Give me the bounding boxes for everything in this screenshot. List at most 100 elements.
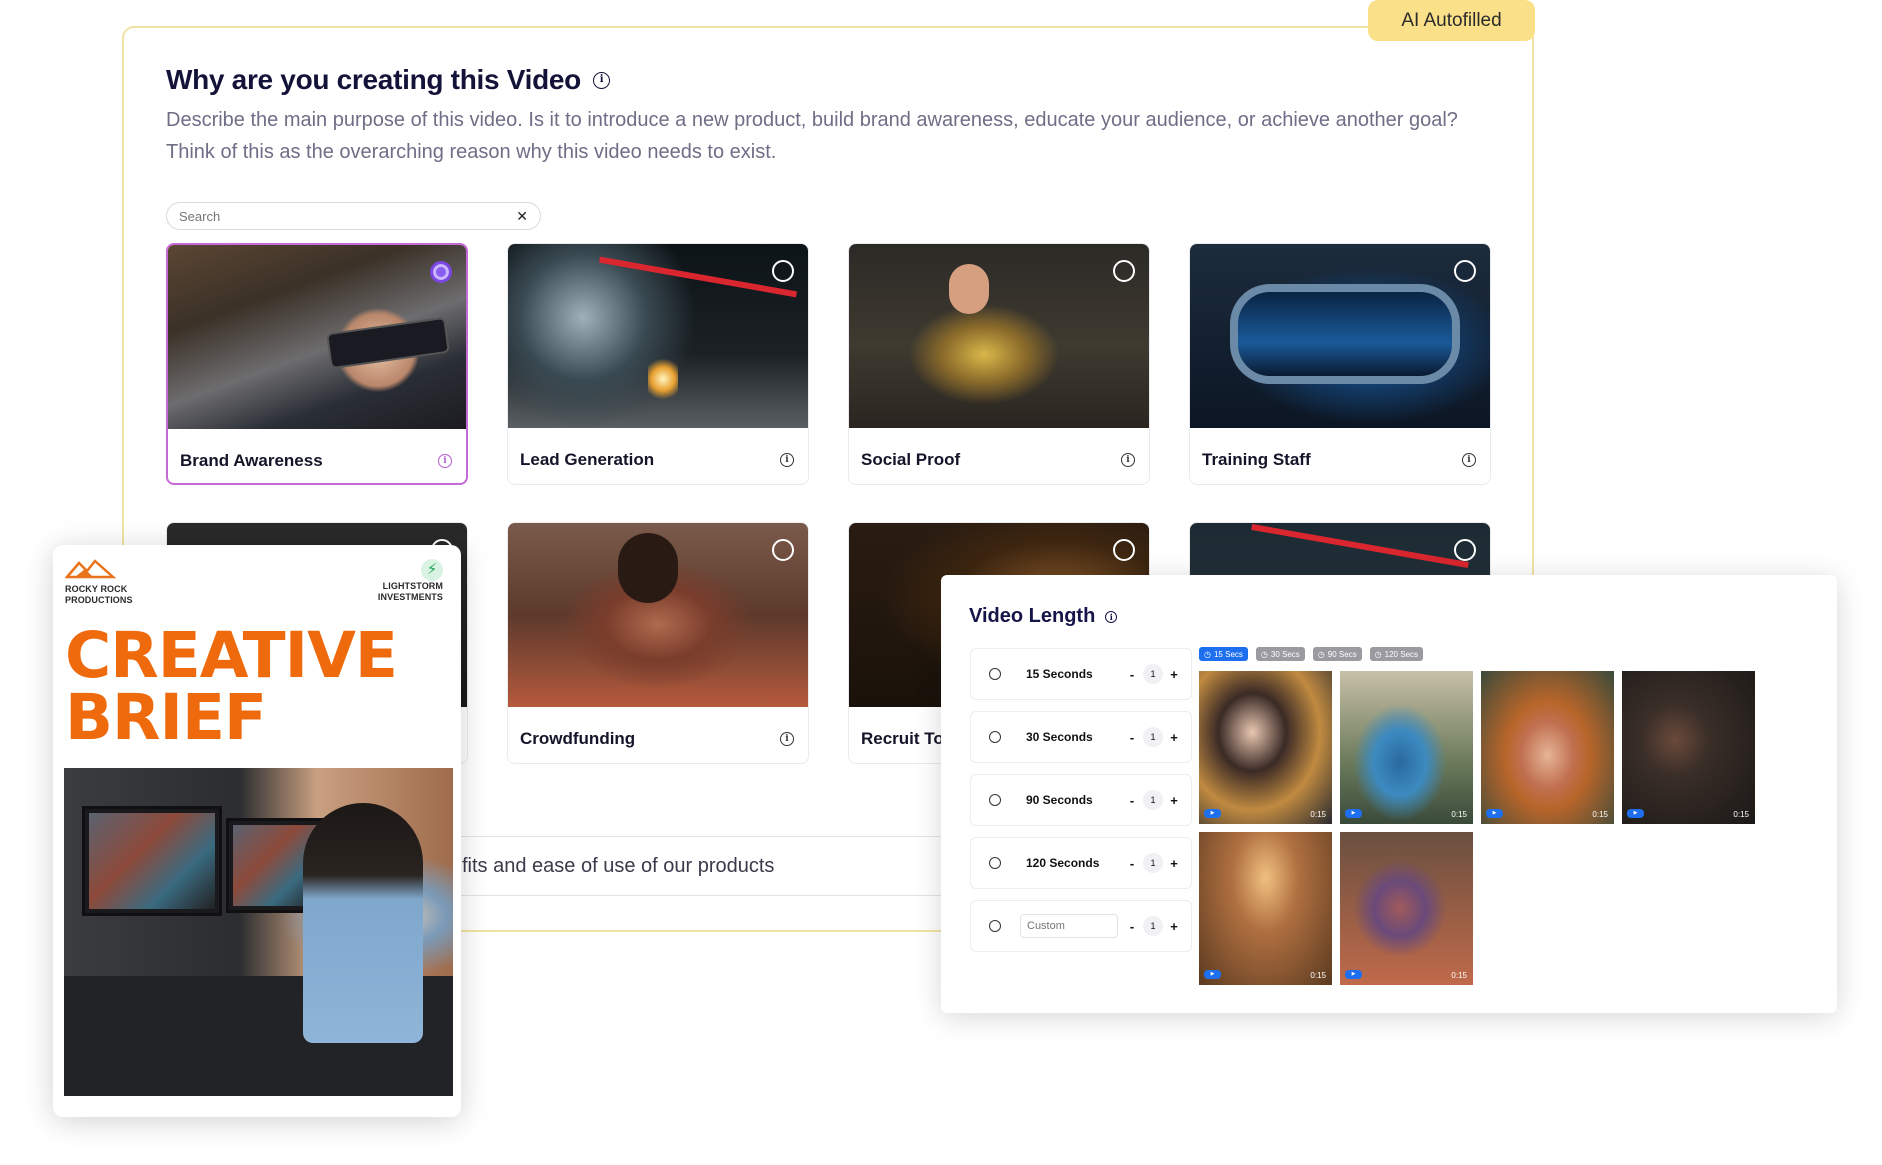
length-label: 120 Seconds	[1026, 856, 1100, 870]
custom-length-input[interactable]	[1020, 914, 1118, 938]
clock-icon: ◷	[1374, 649, 1382, 659]
logo-right-line-2: INVESTMENTS	[377, 592, 443, 602]
option-label: Brand Awareness	[180, 451, 323, 470]
radio-selected-icon[interactable]	[430, 261, 452, 283]
play-icon[interactable]: ▶	[1204, 970, 1221, 979]
info-icon[interactable]: i	[780, 453, 794, 467]
play-icon[interactable]: ▶	[1204, 809, 1221, 818]
info-icon[interactable]: i	[438, 454, 452, 468]
quantity-stepper: - 1 +	[1127, 790, 1179, 810]
clock-icon: ◷	[1317, 649, 1325, 659]
purpose-description: Describe the main purpose of this video.…	[166, 109, 1458, 163]
video-thumbnail[interactable]: ▶ 0:15	[1199, 832, 1332, 985]
lightning-bolt-icon: ⚡	[421, 559, 443, 581]
length-option-90[interactable]: 90 Seconds - 1 +	[970, 774, 1192, 826]
video-length-title: Video Length	[969, 605, 1096, 627]
creative-brief-title: CREATIVE BRIEF	[65, 619, 398, 754]
video-thumbnail[interactable]: ▶ 0:15	[1622, 671, 1755, 824]
radio-icon[interactable]	[989, 668, 1001, 680]
radio-icon[interactable]	[1454, 539, 1476, 561]
increment-button[interactable]: +	[1169, 793, 1179, 808]
logo-right-line-1: LIGHTSTORM	[382, 581, 443, 591]
radio-icon[interactable]	[772, 260, 794, 282]
option-training-staff[interactable]: Training Staff i	[1189, 243, 1491, 485]
quantity-stepper: - 1 +	[1127, 916, 1179, 936]
option-thumbnail	[1190, 244, 1490, 428]
length-label: 30 Seconds	[1026, 730, 1093, 744]
option-crowdfunding[interactable]: Crowdfunding i	[507, 522, 809, 764]
length-label: 15 Seconds	[1026, 667, 1093, 681]
video-thumbnail[interactable]: ▶ 0:15	[1340, 832, 1473, 985]
radio-icon[interactable]	[989, 857, 1001, 869]
duration-label: 0:15	[1592, 810, 1608, 819]
quantity-stepper: - 1 +	[1127, 727, 1179, 747]
option-label: Social Proof	[861, 450, 961, 469]
increment-button[interactable]: +	[1169, 856, 1179, 871]
info-icon[interactable]: i	[780, 732, 794, 746]
duration-label: 0:15	[1310, 810, 1326, 819]
option-brand-awareness[interactable]: Brand Awareness i	[166, 243, 468, 485]
duration-filter-chips: ◷ 15 Secs ◷ 30 Secs ◷ 90 Secs ◷ 120 Secs	[1199, 647, 1424, 661]
info-icon[interactable]: i	[1462, 453, 1476, 467]
logo-left-line-1: ROCKY ROCK	[65, 584, 128, 594]
decrement-button[interactable]: -	[1127, 919, 1137, 934]
video-thumbnail[interactable]: ▶ 0:15	[1340, 671, 1473, 824]
info-icon[interactable]: i	[1105, 610, 1118, 623]
video-length-heading: Video Length i	[969, 605, 1118, 628]
radio-icon[interactable]	[989, 731, 1001, 743]
length-option-15[interactable]: 15 Seconds - 1 +	[970, 648, 1192, 700]
decrement-button[interactable]: -	[1127, 856, 1137, 871]
length-option-30[interactable]: 30 Seconds - 1 +	[970, 711, 1192, 763]
count-value: 1	[1143, 916, 1163, 936]
duration-label: 0:15	[1310, 971, 1326, 980]
title-line-1: CREATIVE	[65, 619, 398, 692]
count-value: 1	[1143, 664, 1163, 684]
clock-icon: ◷	[1204, 649, 1211, 659]
increment-button[interactable]: +	[1169, 667, 1179, 682]
increment-button[interactable]: +	[1169, 919, 1179, 934]
play-icon[interactable]: ▶	[1345, 809, 1362, 818]
radio-icon[interactable]	[989, 920, 1001, 932]
option-thumbnail	[508, 523, 808, 707]
option-lead-generation[interactable]: Lead Generation i	[507, 243, 809, 485]
radio-icon[interactable]	[1113, 260, 1135, 282]
count-value: 1	[1143, 853, 1163, 873]
info-icon[interactable]: i	[592, 71, 610, 89]
increment-button[interactable]: +	[1169, 730, 1179, 745]
decrement-button[interactable]: -	[1127, 730, 1137, 745]
mountain-icon	[64, 559, 117, 579]
creative-brief-card: ROCKY ROCK PRODUCTIONS ⚡ LIGHTSTORM INVE…	[53, 545, 461, 1117]
search-box: ✕	[166, 202, 541, 230]
radio-icon[interactable]	[1454, 260, 1476, 282]
purpose-heading: Why are you creating this Video i	[166, 64, 610, 96]
radio-icon[interactable]	[1113, 539, 1135, 561]
editing-photo	[64, 768, 453, 1096]
chip-90-secs[interactable]: ◷ 90 Secs	[1312, 647, 1362, 661]
length-option-120[interactable]: 120 Seconds - 1 +	[970, 837, 1192, 889]
chip-15-secs[interactable]: ◷ 15 Secs	[1199, 647, 1248, 661]
option-thumbnail	[849, 244, 1149, 428]
chip-120-secs[interactable]: ◷ 120 Secs	[1369, 647, 1424, 661]
search-input[interactable]	[179, 208, 517, 224]
duration-label: 0:15	[1733, 810, 1749, 819]
decrement-button[interactable]: -	[1127, 793, 1137, 808]
play-icon[interactable]: ▶	[1627, 809, 1644, 818]
radio-icon[interactable]	[989, 794, 1001, 806]
chip-30-secs[interactable]: ◷ 30 Secs	[1255, 647, 1305, 661]
video-thumbnail[interactable]: ▶ 0:15	[1199, 671, 1332, 824]
option-label: Recruit To	[861, 729, 944, 748]
decrement-button[interactable]: -	[1127, 667, 1137, 682]
option-social-proof[interactable]: Social Proof i	[848, 243, 1150, 485]
close-icon[interactable]: ✕	[516, 208, 528, 225]
play-icon[interactable]: ▶	[1345, 970, 1362, 979]
radio-icon[interactable]	[772, 539, 794, 561]
info-icon[interactable]: i	[1121, 453, 1135, 467]
length-option-custom[interactable]: - 1 +	[970, 900, 1192, 952]
count-value: 1	[1143, 790, 1163, 810]
option-thumbnail	[508, 244, 808, 428]
video-length-panel: Video Length i 15 Seconds - 1 + 30 Secon…	[941, 575, 1837, 1013]
play-icon[interactable]: ▶	[1486, 809, 1503, 818]
quantity-stepper: - 1 +	[1127, 853, 1179, 873]
title-line-2: BRIEF	[65, 681, 267, 754]
video-thumbnail[interactable]: ▶ 0:15	[1481, 671, 1614, 824]
